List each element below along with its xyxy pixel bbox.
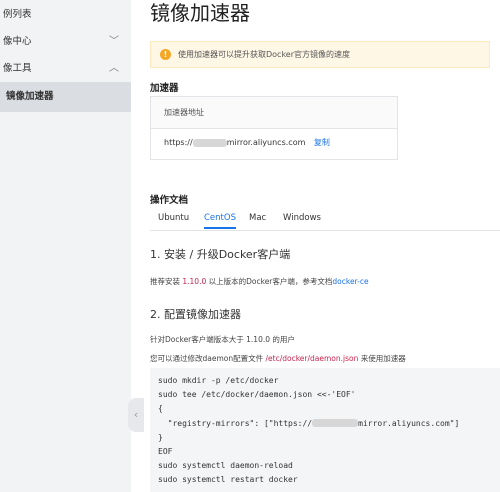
step1-text: 推荐安装 1.10.0 以上版本的Docker客户端，参考文档docker-ce [150, 276, 369, 287]
code-line: sudo mkdir -p /etc/docker [158, 376, 279, 385]
page-title: 镜像加速器 [150, 1, 250, 25]
step2-line2: 您可以通过修改daemon配置文件 /etc/docker/daemon.jso… [150, 353, 406, 364]
step1-title: 1. 安装 / 升级Docker客户端 [150, 248, 291, 261]
accelerator-heading: 加速器 [150, 83, 179, 94]
daemon-path: /etc/docker/daemon.json [263, 354, 361, 363]
step1-text-a: 推荐安装 [150, 277, 180, 286]
sidebar-item-image-center[interactable]: 像中心 ﹀ [0, 27, 131, 57]
docker-ce-link[interactable]: docker-ce [332, 277, 368, 286]
sidebar-item-image-tools[interactable]: 像工具 ︿ [0, 54, 131, 84]
code-line-registry: "registry-mirrors": ["https:// mirror.ali… [158, 417, 500, 431]
tab-centos[interactable]: CentOS [204, 210, 236, 229]
code-line: EOF [158, 447, 173, 457]
chevron-down-icon: ﹀ [109, 36, 119, 47]
redacted-id [312, 419, 359, 428]
table-header: 加速器地址 [151, 97, 397, 129]
code-block[interactable]: sudo mkdir -p /etc/docker sudo tee /etc/… [150, 368, 500, 492]
sidebar-item-label: 镜像加速器 [6, 91, 54, 102]
step2-line2-a: 您可以通过修改daemon配置文件 [150, 354, 264, 363]
code-line: sudo tee /etc/docker/daemon.json <<-'EOF… [158, 390, 356, 400]
url-suffix: mirror.aliyuncs.com [226, 138, 306, 147]
step1-text-b: 以上版本的Docker客户端，参考文档 [208, 277, 333, 286]
redacted-id [192, 138, 227, 147]
version-number: 1.10.0 [180, 277, 209, 286]
code-line: sudo systemctl daemon-reload [158, 461, 293, 471]
chevron-up-icon: ︿ [109, 63, 119, 74]
docs-heading: 操作文档 [150, 195, 189, 206]
docs-tabs: Ubuntu CentOS Mac Windows [150, 210, 500, 231]
info-notice: ! 使用加速器可以提升获取Docker官方镜像的速度 [150, 41, 490, 68]
code-line: } [158, 432, 163, 442]
sidebar-item-label: 例列表 [3, 9, 32, 20]
sidebar-item-label: 像中心 [3, 36, 32, 47]
code-line: { [158, 404, 163, 414]
tab-ubuntu[interactable]: Ubuntu [158, 210, 189, 226]
main-content: 镜像加速器 ! 使用加速器可以提升获取Docker官方镜像的速度 加速器 加速器… [131, 0, 500, 492]
sidebar: 例列表 像中心 ﹀ 像工具 ︿ 镜像加速器 [0, 0, 131, 492]
url-prefix: https:// [164, 138, 193, 147]
notice-text: 使用加速器可以提升获取Docker官方镜像的速度 [178, 50, 351, 59]
code-line: sudo systemctl restart docker [158, 475, 298, 485]
step2-title: 2. 配置镜像加速器 [150, 308, 241, 321]
code-registry-suffix: mirror.aliyuncs.com"] [358, 418, 460, 428]
accelerator-url-row: https:// mirror.aliyuncs.com 复制 [164, 137, 330, 148]
tab-windows[interactable]: Windows [283, 210, 321, 226]
code-registry-prefix: "registry-mirrors": ["https:// [158, 418, 313, 428]
info-icon: ! [160, 49, 171, 60]
sidebar-item-label: 像工具 [3, 63, 32, 74]
step2-line1: 针对Docker客户端版本大于 1.10.0 的用户 [150, 335, 295, 344]
accelerator-table: 加速器地址 https:// mirror.aliyuncs.com 复制 [150, 96, 398, 160]
sidebar-item-instance-list[interactable]: 例列表 [0, 0, 131, 30]
copy-button[interactable]: 复制 [314, 138, 330, 147]
sidebar-item-image-accelerator[interactable]: 镜像加速器 [0, 82, 131, 112]
tab-mac[interactable]: Mac [249, 210, 266, 226]
step2-line2-b: 来使用加速器 [360, 354, 406, 363]
